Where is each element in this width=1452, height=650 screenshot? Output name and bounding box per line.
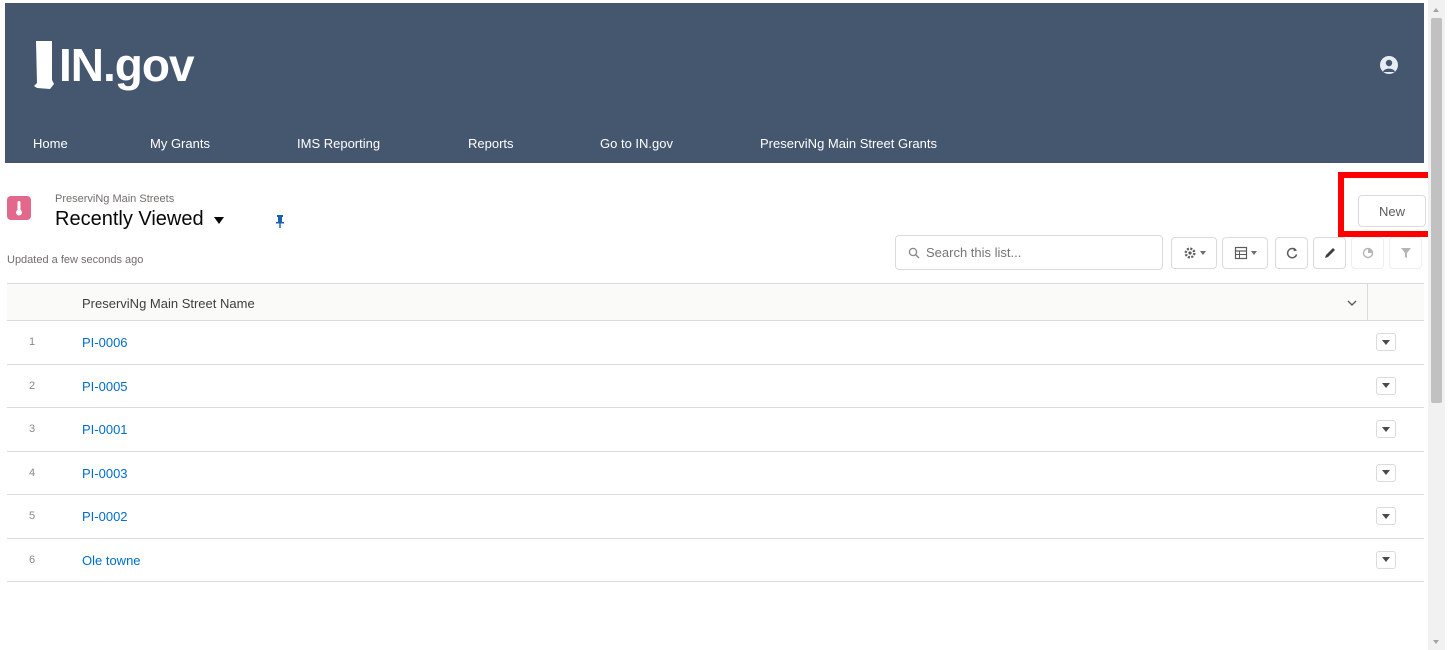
- refresh-button[interactable]: [1275, 237, 1308, 269]
- row-action-menu[interactable]: [1376, 463, 1396, 482]
- caret-down-icon: [1382, 513, 1390, 519]
- caret-down-icon: [1382, 383, 1390, 388]
- column-header-name[interactable]: PreserviNg Main Street Name: [82, 296, 255, 311]
- row-action-menu[interactable]: [1376, 333, 1396, 351]
- table-row: 3 PI-0001: [7, 408, 1424, 452]
- row-number: 6: [29, 553, 36, 566]
- table-header: PreserviNg Main Street Name: [7, 283, 1424, 321]
- list-view-selector[interactable]: Recently Viewed: [55, 208, 224, 231]
- nav-home[interactable]: Home: [33, 136, 68, 151]
- row-number: 1: [29, 336, 36, 348]
- column-divider: [1367, 284, 1368, 321]
- highlight-box: [1338, 172, 1438, 237]
- updated-timestamp: Updated a few seconds ago: [7, 254, 144, 266]
- pin-icon[interactable]: [272, 213, 288, 229]
- list-view-name: Recently Viewed: [55, 208, 204, 230]
- row-action-menu[interactable]: [1376, 420, 1396, 438]
- object-label: PreserviNg Main Streets: [55, 193, 175, 205]
- nav-preserving-main-street-grants[interactable]: PreserviNg Main Street Grants: [760, 136, 937, 151]
- record-link[interactable]: PI-0003: [82, 466, 128, 481]
- caret-down-icon: [1199, 251, 1206, 255]
- row-action-menu[interactable]: [1376, 376, 1396, 395]
- caret-down-icon: [1250, 251, 1257, 255]
- nav-go-to-in-gov[interactable]: Go to IN.gov: [600, 136, 673, 151]
- table-row: 5 PI-0002: [7, 495, 1424, 539]
- chevron-down-icon[interactable]: [1345, 296, 1359, 310]
- record-link[interactable]: PI-0001: [82, 422, 128, 437]
- object-thermometer-icon: [7, 196, 31, 220]
- record-link[interactable]: PI-0002: [82, 509, 128, 524]
- display-as-button[interactable]: [1222, 237, 1268, 269]
- nav-reports[interactable]: Reports: [468, 136, 514, 151]
- in-gov-logo[interactable]: IN.gov: [33, 37, 195, 93]
- row-number: 3: [29, 423, 36, 435]
- filter-button[interactable]: [1389, 237, 1422, 269]
- scroll-up-icon[interactable]: [1433, 8, 1439, 12]
- charts-button[interactable]: [1351, 237, 1384, 269]
- nav-my-grants[interactable]: My Grants: [150, 136, 210, 151]
- chart-icon: [1362, 247, 1373, 259]
- row-action-menu[interactable]: [1376, 550, 1396, 569]
- search-box[interactable]: [895, 235, 1163, 270]
- row-number: 5: [29, 510, 36, 522]
- record-link[interactable]: Ole towne: [82, 553, 141, 568]
- caret-down-icon: [1382, 557, 1390, 562]
- global-header: IN.gov Home My Grants IMS Reporting Repo…: [5, 3, 1424, 163]
- caret-down-icon: [213, 217, 224, 224]
- row-number: 4: [29, 466, 36, 479]
- inline-edit-button[interactable]: [1313, 237, 1346, 269]
- records-table: PreserviNg Main Street Name 1 PI-0006 2 …: [7, 283, 1424, 582]
- row-action-menu[interactable]: [1376, 507, 1396, 525]
- vertical-scrollbar[interactable]: [1428, 0, 1445, 650]
- table-row: 1 PI-0006: [7, 321, 1424, 365]
- nav-ims-reporting[interactable]: IMS Reporting: [297, 136, 380, 151]
- scroll-down-icon[interactable]: [1433, 640, 1439, 644]
- indiana-state-logo-icon: [34, 41, 54, 89]
- record-link[interactable]: PI-0006: [82, 335, 128, 350]
- logo-text: IN.gov: [59, 39, 195, 91]
- search-icon: [908, 247, 920, 258]
- caret-down-icon: [1382, 426, 1390, 432]
- caret-down-icon: [1382, 470, 1390, 475]
- row-number: 2: [29, 379, 36, 392]
- table-row: 2 PI-0005: [7, 365, 1424, 408]
- table-display-icon: [1234, 246, 1247, 260]
- edit-pencil-icon: [1324, 248, 1335, 258]
- table-row: 6 Ole towne: [7, 539, 1424, 582]
- scrollbar-thumb[interactable]: [1431, 18, 1442, 403]
- refresh-icon: [1286, 247, 1297, 259]
- gear-icon: [1183, 247, 1196, 259]
- list-settings-button[interactable]: [1171, 237, 1217, 269]
- user-avatar-icon[interactable]: [1380, 56, 1398, 74]
- record-link[interactable]: PI-0005: [82, 379, 128, 394]
- table-row: 4 PI-0003: [7, 452, 1424, 495]
- filter-icon: [1400, 248, 1411, 258]
- main-nav: Home My Grants IMS Reporting Reports Go …: [5, 129, 1424, 163]
- caret-down-icon: [1382, 339, 1390, 345]
- search-input[interactable]: [926, 245, 1146, 260]
